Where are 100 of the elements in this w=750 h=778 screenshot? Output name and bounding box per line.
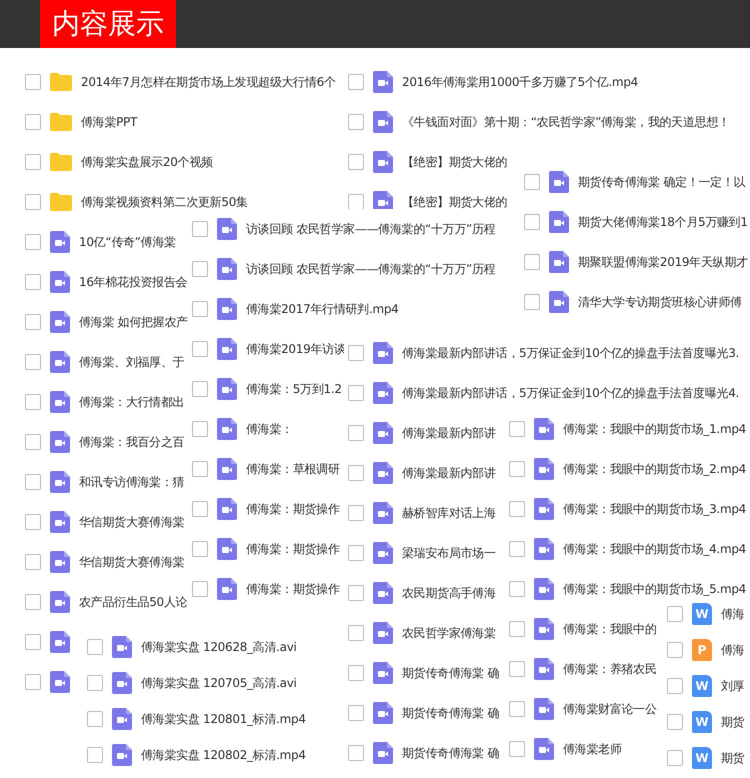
checkbox[interactable] (25, 154, 41, 170)
checkbox[interactable] (348, 465, 364, 481)
checkbox[interactable] (348, 585, 364, 601)
file-name[interactable]: 访谈回顾 农民哲学家——傅海棠的“十万万”历程 (246, 220, 496, 238)
file-name[interactable]: 农产品衍生品50人论 (79, 593, 188, 611)
file-name[interactable]: 期货传奇傅海棠 确定！一定！以 (578, 173, 746, 191)
checkbox[interactable] (509, 501, 525, 517)
file-name[interactable]: 傅海 (721, 605, 744, 623)
checkbox[interactable] (667, 642, 683, 658)
checkbox[interactable] (667, 714, 683, 730)
checkbox[interactable] (509, 661, 525, 677)
file-name[interactable]: 傅海棠最新内部讲话，5万保证金到10个亿的操盘手法首度曝光3. (402, 344, 740, 362)
checkbox[interactable] (25, 314, 41, 330)
checkbox[interactable] (348, 345, 364, 361)
file-name[interactable]: 傅海棠2017年行情研判.mp4 (246, 300, 398, 318)
checkbox[interactable] (348, 745, 364, 761)
file-name[interactable]: 傅海棠PPT (81, 113, 138, 131)
checkbox[interactable] (25, 434, 41, 450)
checkbox[interactable] (25, 554, 41, 570)
checkbox[interactable] (509, 541, 525, 557)
file-name[interactable]: 傅海棠：期货操作 (246, 580, 340, 598)
checkbox[interactable] (667, 678, 683, 694)
file-name[interactable]: 《牛钱面对面》第十期：“农民哲学家”傅海棠，我的天道思想！ (402, 113, 730, 131)
file-name[interactable]: 2014年7月怎样在期货市场上发现超级大行情6个 (81, 73, 336, 91)
file-name[interactable]: 农民哲学家傅海棠 (402, 624, 496, 642)
checkbox[interactable] (87, 675, 103, 691)
checkbox[interactable] (25, 194, 41, 210)
file-name[interactable]: 16年棉花投资报告会 (79, 273, 188, 291)
file-name[interactable]: 傅海棠：草根调研 (246, 460, 340, 478)
file-name[interactable]: 傅海棠：我眼中的期货市场_4.mp4 (563, 540, 746, 558)
checkbox[interactable] (192, 461, 208, 477)
checkbox[interactable] (509, 421, 525, 437)
checkbox[interactable] (87, 639, 103, 655)
checkbox[interactable] (667, 750, 683, 766)
file-name[interactable]: 【绝密】期货大佬的 (402, 193, 508, 211)
checkbox[interactable] (348, 154, 364, 170)
file-name[interactable]: 和讯专访傅海棠：猜 (79, 473, 184, 491)
checkbox[interactable] (348, 114, 364, 130)
checkbox[interactable] (25, 394, 41, 410)
checkbox[interactable] (25, 114, 41, 130)
file-name[interactable]: 傅海棠：5万到1.2 (246, 380, 342, 398)
file-name[interactable]: 傅海棠实盘 120802_标清.mp4 (141, 746, 306, 764)
file-name[interactable]: 傅海棠实盘 120801_标清.mp4 (141, 710, 306, 728)
file-name[interactable]: 傅海棠：我眼中的期货市场_3.mp4 (563, 500, 746, 518)
file-name[interactable]: 傅海棠：养猪农民 (563, 660, 657, 678)
checkbox[interactable] (87, 711, 103, 727)
checkbox[interactable] (509, 741, 525, 757)
file-name[interactable]: 傅海棠最新内部讲 (402, 464, 496, 482)
checkbox[interactable] (348, 425, 364, 441)
checkbox[interactable] (348, 74, 364, 90)
file-name[interactable]: 傅海棠视频资料第二次更新50集 (81, 193, 248, 211)
checkbox[interactable] (192, 541, 208, 557)
file-name[interactable]: 傅海棠财富论一公 (563, 700, 657, 718)
file-name[interactable]: 傅海棠实盘 120705_高清.avi (141, 674, 297, 692)
checkbox[interactable] (25, 634, 41, 650)
checkbox[interactable] (348, 385, 364, 401)
file-name[interactable]: 期货大佬傅海棠18个月5万赚到1 (578, 213, 748, 231)
checkbox[interactable] (192, 501, 208, 517)
checkbox[interactable] (192, 381, 208, 397)
checkbox[interactable] (509, 621, 525, 637)
file-name[interactable]: 傅海棠：我眼中的期货市场_5.mp4 (563, 580, 746, 598)
file-name[interactable]: 清华大学专访期货班核心讲师傅 (578, 293, 742, 311)
file-name[interactable]: 傅海棠 如何把握农产 (79, 313, 188, 331)
checkbox[interactable] (524, 294, 540, 310)
file-name[interactable]: 傅海棠：我眼中的 (563, 620, 657, 638)
file-name[interactable]: 【绝密】期货大佬的 (402, 153, 508, 171)
checkbox[interactable] (348, 705, 364, 721)
file-name[interactable]: 赫桥智库对话上海 (402, 504, 496, 522)
checkbox[interactable] (25, 274, 41, 290)
file-name[interactable]: 傅海棠： (246, 420, 293, 438)
file-name[interactable]: 华信期货大赛傅海棠 (79, 513, 184, 531)
checkbox[interactable] (25, 74, 41, 90)
checkbox[interactable] (192, 261, 208, 277)
checkbox[interactable] (25, 514, 41, 530)
checkbox[interactable] (524, 254, 540, 270)
checkbox[interactable] (667, 606, 683, 622)
checkbox[interactable] (348, 505, 364, 521)
file-name[interactable]: 期货传奇傅海棠 确 (402, 704, 500, 722)
checkbox[interactable] (192, 221, 208, 237)
checkbox[interactable] (524, 214, 540, 230)
file-name[interactable]: 华信期货大赛傅海棠 (79, 553, 184, 571)
checkbox[interactable] (348, 665, 364, 681)
checkbox[interactable] (509, 581, 525, 597)
checkbox[interactable] (348, 545, 364, 561)
file-name[interactable]: 10亿“传奇”傅海棠 (79, 233, 176, 251)
file-name[interactable]: 期货传奇傅海棠 确 (402, 664, 500, 682)
file-name[interactable]: 2016年傅海棠用1000千多万赚了5个亿.mp4 (402, 73, 638, 91)
file-name[interactable]: 傅海棠：期货操作 (246, 540, 340, 558)
checkbox[interactable] (509, 461, 525, 477)
file-name[interactable]: 农民期货高手傅海 (402, 584, 496, 602)
checkbox[interactable] (348, 625, 364, 641)
file-name[interactable]: 期货 (721, 713, 744, 731)
checkbox[interactable] (25, 474, 41, 490)
file-name[interactable]: 刘厚 (721, 677, 744, 695)
file-name[interactable]: 傅海棠、刘福厚、于 (79, 353, 184, 371)
checkbox[interactable] (25, 234, 41, 250)
file-name[interactable]: 期货 (721, 749, 744, 767)
file-name[interactable]: 傅海棠：我眼中的期货市场_2.mp4 (563, 460, 746, 478)
file-name[interactable]: 傅海棠最新内部讲话，5万保证金到10个亿的操盘手法首度曝光4. (402, 384, 740, 402)
checkbox[interactable] (348, 194, 364, 210)
